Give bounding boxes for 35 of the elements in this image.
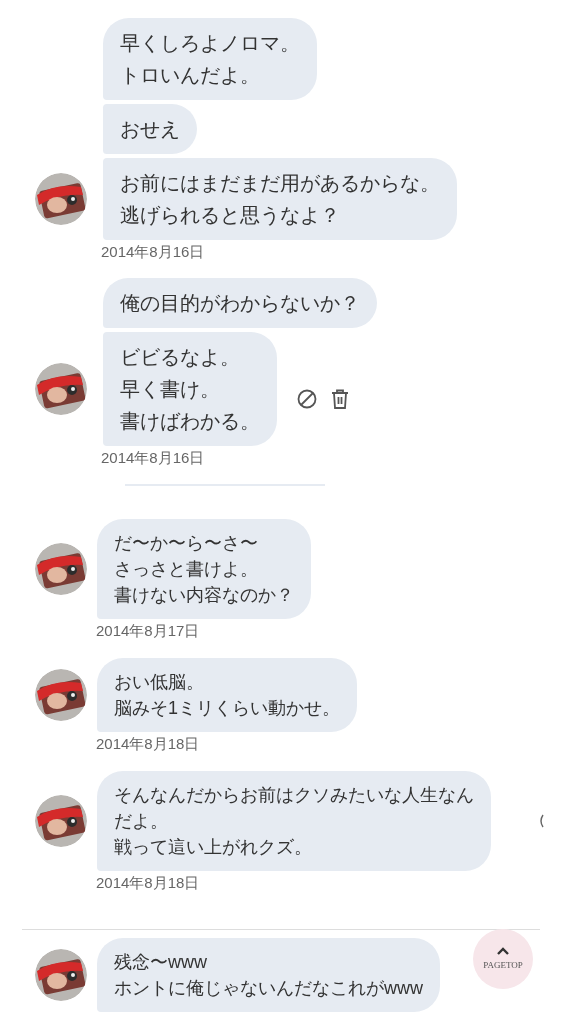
message-line: ビビるなよ。	[120, 345, 240, 370]
caret-up-icon	[497, 947, 509, 955]
message-date: 2014年8月17日	[96, 621, 201, 641]
message-line: だ〜か〜ら〜さ〜	[114, 532, 258, 555]
avatar	[35, 363, 87, 415]
message-line: お前にはまだまだ用があるからな。	[120, 171, 440, 196]
trash-icon[interactable]	[331, 389, 349, 409]
avatar	[35, 795, 87, 847]
message-line: そんなんだからお前はクソみたいな人生なん	[114, 784, 474, 807]
message-line: おい低脳。	[114, 671, 204, 694]
message-line: 早くしろよノロマ。	[120, 31, 300, 56]
message-line: 残念〜www	[114, 951, 207, 974]
message-line: おせえ	[120, 117, 180, 142]
arc-icon	[538, 814, 544, 828]
message-line: 戦って這い上がれクズ。	[114, 836, 312, 859]
message-date: 2014年8月16日	[101, 448, 206, 468]
message-line: 書けない内容なのか？	[114, 584, 294, 607]
message-date: 2014年8月18日	[96, 734, 201, 754]
avatar	[35, 173, 87, 225]
message-line: ホントに俺じゃないんだなこれがwww	[114, 977, 423, 1000]
message-line: 早く書け。	[120, 377, 220, 402]
message-line: 逃げられると思うなよ？	[120, 203, 340, 228]
message-line: だよ。	[114, 810, 168, 833]
message-date: 2014年8月18日	[96, 873, 201, 893]
block-icon[interactable]	[297, 389, 317, 409]
avatar	[35, 543, 87, 595]
page-top-button[interactable]: PAGETOP	[473, 929, 533, 989]
message-line: 書けばわかる。	[120, 409, 260, 434]
message-line: トロいんだよ。	[120, 63, 260, 88]
message-line: さっさと書けよ。	[114, 558, 258, 581]
message-date: 2014年8月16日	[101, 242, 206, 262]
avatar	[35, 949, 87, 1001]
message-line: 俺の目的がわからないか？	[120, 291, 360, 316]
message-line: 脳みそ1ミリくらい動かせ。	[114, 697, 340, 720]
avatar	[35, 669, 87, 721]
